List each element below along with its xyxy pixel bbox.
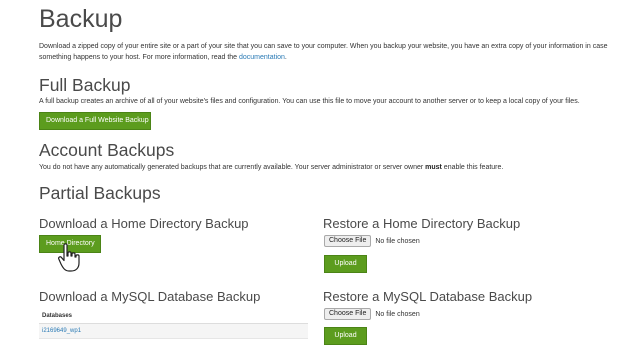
full-backup-description: A full backup creates an archive of all … bbox=[39, 98, 580, 105]
mysql-restore-upload-button[interactable]: Upload bbox=[324, 327, 367, 345]
documentation-link[interactable]: documentation bbox=[239, 54, 285, 61]
intro-text: Download a zipped copy of your entire si… bbox=[39, 42, 619, 63]
mysql-restore-file-status: No file chosen bbox=[375, 310, 420, 318]
account-backups-bold: must bbox=[425, 164, 442, 171]
home-restore-upload-button[interactable]: Upload bbox=[324, 255, 367, 273]
intro-text-after: . bbox=[284, 53, 287, 61]
account-backups-heading: Account Backups bbox=[39, 140, 175, 160]
home-download-heading: Download a Home Directory Backup bbox=[39, 216, 249, 231]
databases-table: Databases i2169649_wp1 bbox=[39, 309, 308, 339]
mysql-restore-choose-file-button[interactable]: Choose File bbox=[324, 308, 372, 320]
mysql-download-heading: Download a MySQL Database Backup bbox=[39, 289, 261, 304]
home-restore-file-status: No file chosen bbox=[375, 237, 420, 245]
intro-text-before: Download a zipped copy of your entire si… bbox=[39, 43, 608, 61]
full-backup-heading: Full Backup bbox=[39, 75, 131, 95]
table-row[interactable]: i2169649_wp1 bbox=[39, 324, 308, 339]
hand-cursor-icon bbox=[58, 243, 80, 272]
home-restore-file-row: Choose File No file chosen bbox=[324, 235, 420, 247]
account-backups-text-after: enable this feature. bbox=[441, 164, 504, 171]
home-restore-heading: Restore a Home Directory Backup bbox=[323, 216, 521, 231]
account-backups-text-before: You do not have any automatically genera… bbox=[39, 164, 426, 171]
mysql-restore-file-row: Choose File No file chosen bbox=[324, 308, 420, 320]
partial-backups-heading: Partial Backups bbox=[39, 183, 161, 203]
home-restore-choose-file-button[interactable]: Choose File bbox=[324, 235, 372, 247]
account-backups-text: You do not have any automatically genera… bbox=[39, 163, 619, 174]
download-full-backup-button[interactable]: Download a Full Website Backup bbox=[39, 112, 151, 130]
mysql-restore-heading: Restore a MySQL Database Backup bbox=[323, 289, 533, 304]
databases-table-header: Databases bbox=[39, 309, 308, 324]
page-title: Backup bbox=[39, 5, 123, 33]
